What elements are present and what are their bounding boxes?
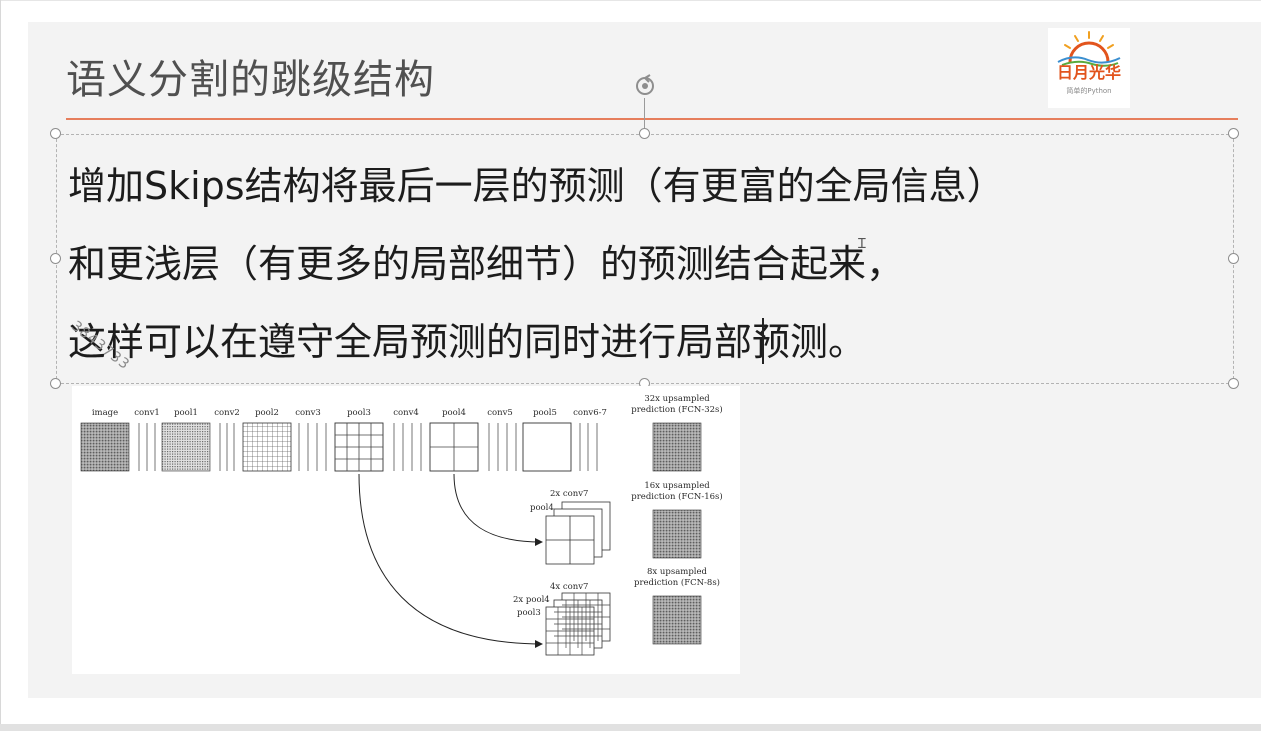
skip-arrow-pool3 [358,473,543,648]
stage-labels: image conv1 pool1 conv2 pool2 conv3 pool… [92,408,607,418]
stage-label-pool3: pool3 [347,408,371,418]
conv4-block [393,423,422,471]
stage-label-conv4: conv4 [393,408,419,418]
text-cursor [762,318,764,364]
stage-label-pool5: pool5 [533,408,557,418]
rotate-handle[interactable] [628,72,662,104]
stage-label-conv1: conv1 [134,408,160,418]
slide-title[interactable]: 语义分割的跳级结构 [66,52,435,108]
body-text-line-2[interactable]: 和更浅层（有更多的局部细节）的预测结合起来， [68,240,904,288]
pool3-block [334,422,384,472]
output-16s-line2: prediction (FCN-16s) [631,491,722,502]
resize-handle-top-right[interactable] [1228,128,1239,139]
stage-label-conv5: conv5 [487,408,513,418]
title-underline [66,118,1238,120]
logo-text: 日月光华 [1056,63,1121,82]
window-bottom-border [0,724,1261,731]
brand-logo: 日月光华 简单的Python [1048,28,1130,108]
window-top-border [0,0,1261,1]
pool1-block [161,422,211,472]
stage-label-conv6-7: conv6-7 [573,408,607,418]
resize-handle-left[interactable] [50,253,61,264]
image-block [80,422,130,472]
logo-subtext: 简单的Python [1066,87,1112,95]
stage-label-pool1: pool1 [174,408,198,418]
output-fcn8s: 8x upsampled prediction (FCN-8s) [634,567,720,645]
stage-label-pool2: pool2 [255,408,279,418]
conv6-7-block [579,423,598,471]
ibeam-cursor-icon: Ɪ [858,236,866,252]
body-text-line-3[interactable]: 这样可以在遵守全局预测的同时进行局部预测。 [68,318,866,366]
output-32s-line1: 32x upsampled [644,394,710,404]
fcn-diagram: image conv1 pool1 conv2 pool2 conv3 pool… [80,394,723,656]
pool5-block [522,422,572,472]
output-32s-line2: prediction (FCN-32s) [631,404,722,415]
fuse8-pool4-label: 2x pool4 [513,595,550,605]
resize-handle-right[interactable] [1228,253,1239,264]
skip-arrow-pool4 [453,473,543,546]
resize-handle-top-left[interactable] [50,128,61,139]
stage-label-conv2: conv2 [214,408,240,418]
resize-handle-bottom-right[interactable] [1228,378,1239,389]
conv2-block [219,423,235,471]
output-fcn32s: 32x upsampled prediction (FCN-32s) [631,394,723,472]
rotate-icon [636,74,654,95]
pool2-block [242,422,292,472]
fuse8-pool3-label: pool3 [517,608,541,618]
output-fcn16s: 16x upsampled prediction (FCN-16s) [631,481,723,559]
sunrise-icon [1057,31,1121,67]
conv5-block [488,423,517,471]
fuse16-pool-label: pool4 [530,503,554,513]
stage-label-pool4: pool4 [442,408,466,418]
fuse8-conv-label: 4x conv7 [550,582,588,592]
stage-label-conv3: conv3 [295,408,321,418]
output-16s-line1: 16x upsampled [644,481,710,491]
stage-label-image: image [92,408,118,418]
fuse-16s-stack: 2x conv7 pool4 [530,489,611,565]
conv1-block [138,423,156,471]
resize-handle-top[interactable] [639,128,650,139]
body-text-line-1[interactable]: 增加Skips结构将最后一层的预测（有更富的全局信息） [68,162,1005,210]
output-8s-line1: 8x upsampled [647,567,707,577]
conv3-block [298,423,327,471]
window-left-border [0,0,1,731]
pool4-block [429,422,479,472]
output-8s-line2: prediction (FCN-8s) [634,577,720,588]
resize-handle-bottom-left[interactable] [50,378,61,389]
fcn-architecture-figure[interactable]: image conv1 pool1 conv2 pool2 conv3 pool… [72,386,740,674]
fuse16-conv-label: 2x conv7 [550,489,588,499]
